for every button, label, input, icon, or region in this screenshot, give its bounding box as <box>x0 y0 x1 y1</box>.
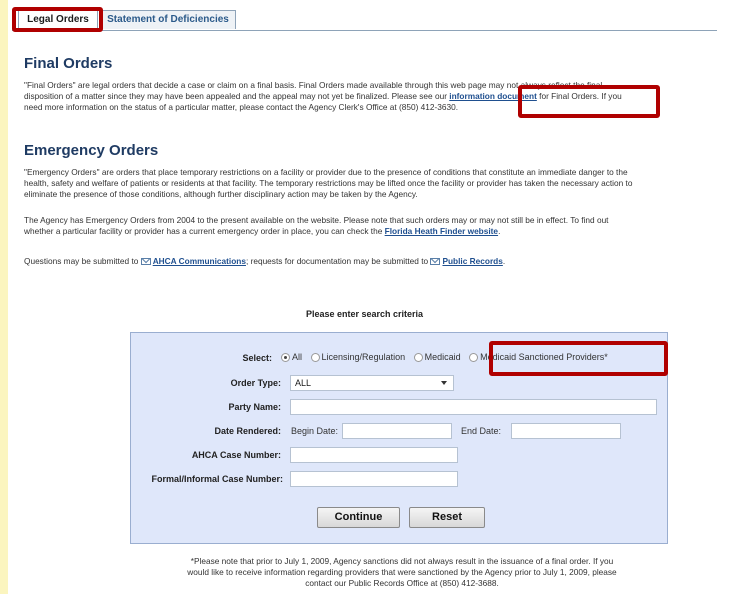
radio-licensing-label: Licensing/Regulation <box>321 352 406 362</box>
left-margin-stripe <box>0 0 8 594</box>
radio-icon <box>469 353 479 363</box>
emergency-p2-line-2-text: whether a particular facility or provide… <box>24 226 385 236</box>
search-form: Select: All Licensing/Regulation Medicai… <box>130 332 668 544</box>
final-orders-line-1: "Final Orders" are legal orders that dec… <box>24 80 603 90</box>
radio-all[interactable]: All <box>279 352 303 363</box>
mail-icon <box>430 258 441 266</box>
emergency-p2-line-1: The Agency has Emergency Orders from 200… <box>24 215 609 225</box>
public-records-link[interactable]: Public Records <box>442 256 502 266</box>
party-name-label: Party Name: <box>228 402 281 412</box>
footnote-line-2: would like to receive information regard… <box>187 567 617 577</box>
florida-health-finder-link[interactable]: Florida Heath Finder website <box>385 226 498 236</box>
tab-bar: Legal Orders Statement of Deficiencies <box>12 8 717 31</box>
end-date-label: End Date: <box>461 426 502 436</box>
mail-icon <box>140 258 151 266</box>
begin-date-label: Begin Date: <box>291 426 339 436</box>
date-rendered-label: Date Rendered: <box>214 426 281 436</box>
radio-medicaid[interactable]: Medicaid <box>412 352 461 363</box>
emergency-p1-line-1: "Emergency Orders" are orders that place… <box>24 167 628 177</box>
radio-icon <box>310 353 320 363</box>
search-criteria-title: Please enter search criteria <box>305 309 424 319</box>
order-type-select[interactable]: ALL <box>290 375 454 391</box>
footnote-line-3: contact our Public Records Office at (85… <box>305 578 499 588</box>
ahca-communications-link[interactable]: AHCA Communications <box>153 256 246 266</box>
emergency-p2-end: . <box>498 226 501 236</box>
footnote-line-1: *Please note that prior to July 1, 2009,… <box>190 556 614 566</box>
begin-date-input[interactable] <box>342 423 452 439</box>
end-date-input[interactable] <box>511 423 621 439</box>
questions-text-2: ; requests for documentation may be subm… <box>245 256 431 266</box>
radio-medicaid-label: Medicaid <box>424 352 461 362</box>
final-orders-line-2-text: disposition of a matter since they may h… <box>24 91 450 101</box>
emergency-p1-line-2: health, safety and welfare of patients o… <box>24 178 633 188</box>
final-orders-line-2-tail: for Final Orders. If you <box>536 91 622 101</box>
select-radio-group: All Licensing/Regulation Medicaid Medica… <box>279 352 612 363</box>
radio-licensing[interactable]: Licensing/Regulation <box>309 352 406 363</box>
questions-line: Questions may be submitted to AHCA Commu… <box>24 256 717 267</box>
order-type-label: Order Type: <box>230 378 281 388</box>
page: Legal Orders Statement of Deficiencies F… <box>12 0 717 594</box>
final-orders-heading: Final Orders <box>24 55 113 72</box>
order-type-value: ALL <box>295 378 312 388</box>
select-label: Select: <box>242 353 272 363</box>
reset-button[interactable]: Reset <box>409 507 485 528</box>
party-name-input[interactable] <box>290 399 657 415</box>
emergency-p2-line-2: whether a particular facility or provide… <box>24 226 717 237</box>
radio-medicaid-sanctioned[interactable]: Medicaid Sanctioned Providers* <box>467 352 608 363</box>
radio-selected-icon <box>281 353 290 363</box>
radio-icon <box>413 353 423 363</box>
questions-end: . <box>502 256 506 266</box>
continue-button[interactable]: Continue <box>317 507 400 528</box>
tab-statement-of-deficiencies[interactable]: Statement of Deficiencies <box>100 10 236 29</box>
radio-medicaid-sanctioned-label: Medicaid Sanctioned Providers* <box>480 352 608 362</box>
tab-legal-orders[interactable]: Legal Orders <box>18 10 98 30</box>
emergency-orders-heading: Emergency Orders <box>24 142 159 159</box>
formal-case-label: Formal/Informal Case Number: <box>151 474 283 484</box>
information-document-link[interactable]: information document <box>449 91 537 101</box>
footnote: *Please note that prior to July 1, 2009,… <box>132 556 672 589</box>
formal-case-input[interactable] <box>290 471 458 487</box>
questions-text-1: Questions may be submitted to <box>24 256 141 266</box>
chevron-down-icon <box>441 381 447 385</box>
ahca-case-input[interactable] <box>290 447 458 463</box>
final-orders-line-2: disposition of a matter since they may h… <box>24 91 717 102</box>
final-orders-line-3: need more information on the status of a… <box>24 102 459 112</box>
radio-all-label: All <box>292 352 303 362</box>
ahca-case-label: AHCA Case Number: <box>191 450 281 460</box>
emergency-p1-line-3: eliminate the presence of those conditio… <box>24 189 418 199</box>
